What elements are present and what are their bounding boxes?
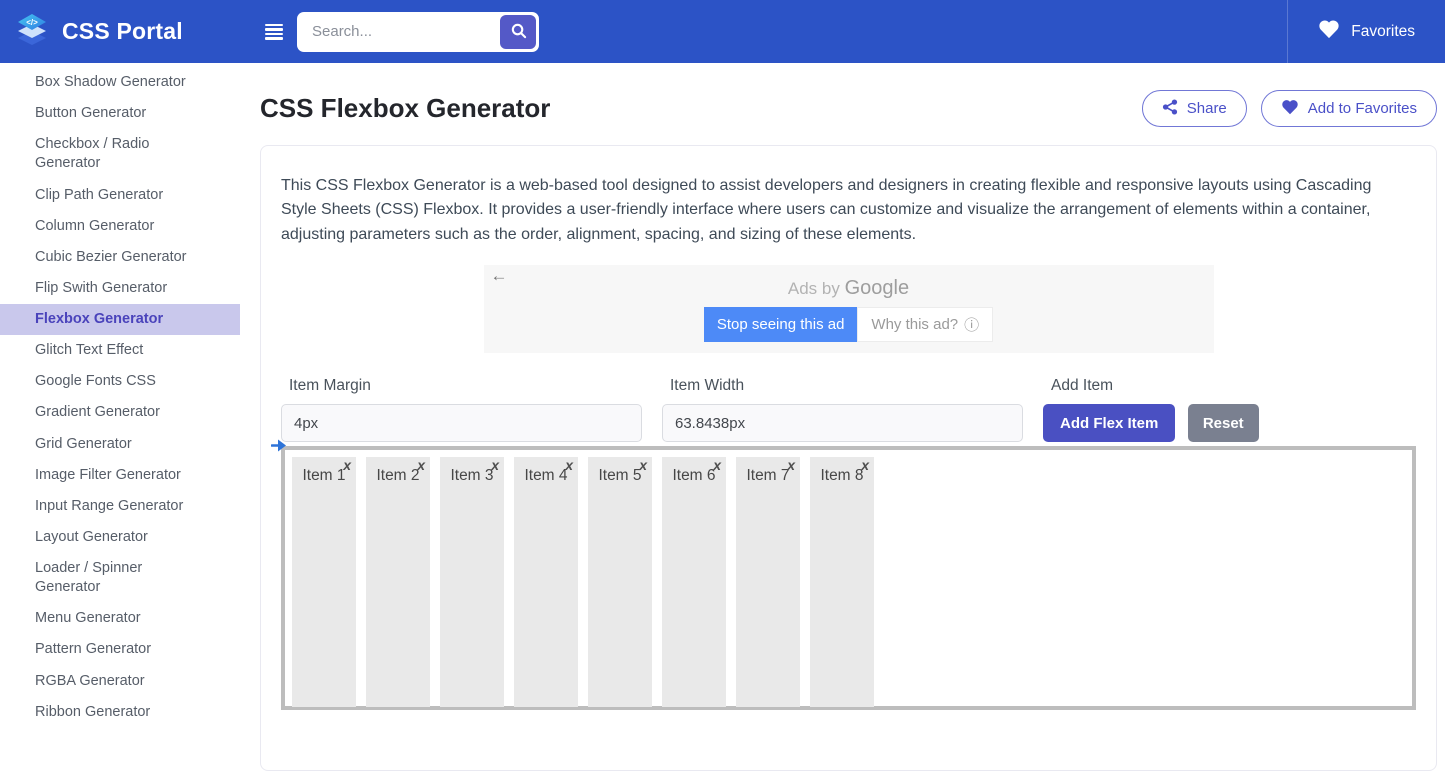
sidebar-item-google-fonts[interactable]: Google Fonts CSS bbox=[0, 366, 240, 397]
page-title: CSS Flexbox Generator bbox=[260, 93, 550, 124]
sidebar-item-loader-spinner[interactable]: Loader / Spinner Generator bbox=[0, 553, 240, 603]
ads-by-google-label: Ads by Google bbox=[484, 265, 1214, 300]
remove-item-icon[interactable]: x bbox=[713, 457, 721, 473]
item-margin-input[interactable] bbox=[281, 404, 642, 442]
sidebar-item-grid[interactable]: Grid Generator bbox=[0, 429, 240, 460]
remove-item-icon[interactable]: x bbox=[565, 457, 573, 473]
css-portal-logo-icon: </> bbox=[12, 9, 52, 54]
add-flex-item-button[interactable]: Add Flex Item bbox=[1043, 404, 1175, 442]
main-content: CSS Flexbox Generator Share bbox=[240, 63, 1445, 716]
menu-icon[interactable] bbox=[265, 24, 283, 40]
item-width-label: Item Width bbox=[662, 377, 1023, 395]
favorites-button[interactable]: Favorites bbox=[1287, 0, 1445, 63]
heart-icon bbox=[1281, 99, 1299, 119]
search-button[interactable] bbox=[500, 15, 536, 49]
google-ad: ← Ads by Google Stop seeing this ad Why … bbox=[484, 265, 1214, 353]
remove-item-icon[interactable]: x bbox=[861, 457, 869, 473]
sidebar-item-layout[interactable]: Layout Generator bbox=[0, 522, 240, 553]
ad-back-arrow-icon[interactable]: ← bbox=[491, 266, 508, 286]
sidebar-item-input-range[interactable]: Input Range Generator bbox=[0, 491, 240, 522]
reset-button[interactable]: Reset bbox=[1188, 404, 1259, 442]
share-icon bbox=[1162, 99, 1178, 119]
why-this-ad-button[interactable]: Why this ad? ⓘ bbox=[857, 307, 993, 342]
logo-text: CSS Portal bbox=[62, 18, 183, 45]
flex-item-3: x Item 3 bbox=[440, 457, 504, 707]
tool-description: This CSS Flexbox Generator is a web-base… bbox=[281, 174, 1403, 247]
sidebar-item-image-filter[interactable]: Image Filter Generator bbox=[0, 460, 240, 491]
share-label: Share bbox=[1187, 100, 1227, 117]
stop-seeing-ad-button[interactable]: Stop seeing this ad bbox=[704, 307, 858, 342]
search-bar bbox=[297, 12, 539, 52]
share-button[interactable]: Share bbox=[1142, 90, 1247, 127]
add-to-favorites-button[interactable]: Add to Favorites bbox=[1261, 90, 1437, 127]
sidebar-item-ribbon[interactable]: Ribbon Generator bbox=[0, 697, 240, 728]
app-header: </> CSS Portal Favorites bbox=[0, 0, 1445, 63]
sidebar-item-cubic-bezier[interactable]: Cubic Bezier Generator bbox=[0, 242, 240, 273]
sidebar-item-box-shadow[interactable]: Box Shadow Generator bbox=[0, 67, 240, 98]
info-icon: ⓘ bbox=[964, 314, 979, 335]
add-item-label: Add Item bbox=[1043, 377, 1259, 395]
logo[interactable]: </> CSS Portal bbox=[0, 9, 240, 54]
svg-text:</>: </> bbox=[26, 18, 38, 27]
sidebar-item-menu[interactable]: Menu Generator bbox=[0, 603, 240, 634]
remove-item-icon[interactable]: x bbox=[417, 457, 425, 473]
sidebar-item-glitch-text[interactable]: Glitch Text Effect bbox=[0, 335, 240, 366]
sidebar-item-checkbox-radio[interactable]: Checkbox / Radio Generator bbox=[0, 129, 240, 179]
sidebar-item-clip-path[interactable]: Clip Path Generator bbox=[0, 180, 240, 211]
sidebar-item-gradient[interactable]: Gradient Generator bbox=[0, 397, 240, 428]
sidebar-item-pattern[interactable]: Pattern Generator bbox=[0, 634, 240, 665]
remove-item-icon[interactable]: x bbox=[787, 457, 795, 473]
remove-item-icon[interactable]: x bbox=[639, 457, 647, 473]
search-input[interactable] bbox=[300, 23, 500, 40]
item-width-input[interactable] bbox=[662, 404, 1023, 442]
sidebar-item-rgba[interactable]: RGBA Generator bbox=[0, 666, 240, 697]
flex-item-7: x Item 7 bbox=[736, 457, 800, 707]
favorites-label: Favorites bbox=[1351, 23, 1415, 41]
remove-item-icon[interactable]: x bbox=[491, 457, 499, 473]
sidebar-item-flip-swith[interactable]: Flip Swith Generator bbox=[0, 273, 240, 304]
flex-item-6: x Item 6 bbox=[662, 457, 726, 707]
add-to-favorites-label: Add to Favorites bbox=[1308, 100, 1417, 117]
sidebar-item-column[interactable]: Column Generator bbox=[0, 211, 240, 242]
google-brand: Google bbox=[845, 277, 910, 299]
search-icon bbox=[510, 22, 527, 42]
item-margin-label: Item Margin bbox=[281, 377, 642, 395]
flex-item-4: x Item 4 bbox=[514, 457, 578, 707]
remove-item-icon[interactable]: x bbox=[343, 457, 351, 473]
flex-item-2: x Item 2 bbox=[366, 457, 430, 707]
generator-card: This CSS Flexbox Generator is a web-base… bbox=[260, 145, 1437, 771]
heart-icon bbox=[1318, 19, 1340, 44]
sidebar-item-button[interactable]: Button Generator bbox=[0, 98, 240, 129]
sidebar: Box Shadow Generator Button Generator Ch… bbox=[0, 63, 240, 716]
flex-item-1: x Item 1 bbox=[292, 457, 356, 707]
flex-container-preview: x Item 1 x Item 2 x Item 3 x Item 4 x bbox=[281, 446, 1416, 710]
flex-item-8: x Item 8 bbox=[810, 457, 874, 707]
sidebar-item-flexbox[interactable]: Flexbox Generator bbox=[0, 304, 240, 335]
flex-item-5: x Item 5 bbox=[588, 457, 652, 707]
